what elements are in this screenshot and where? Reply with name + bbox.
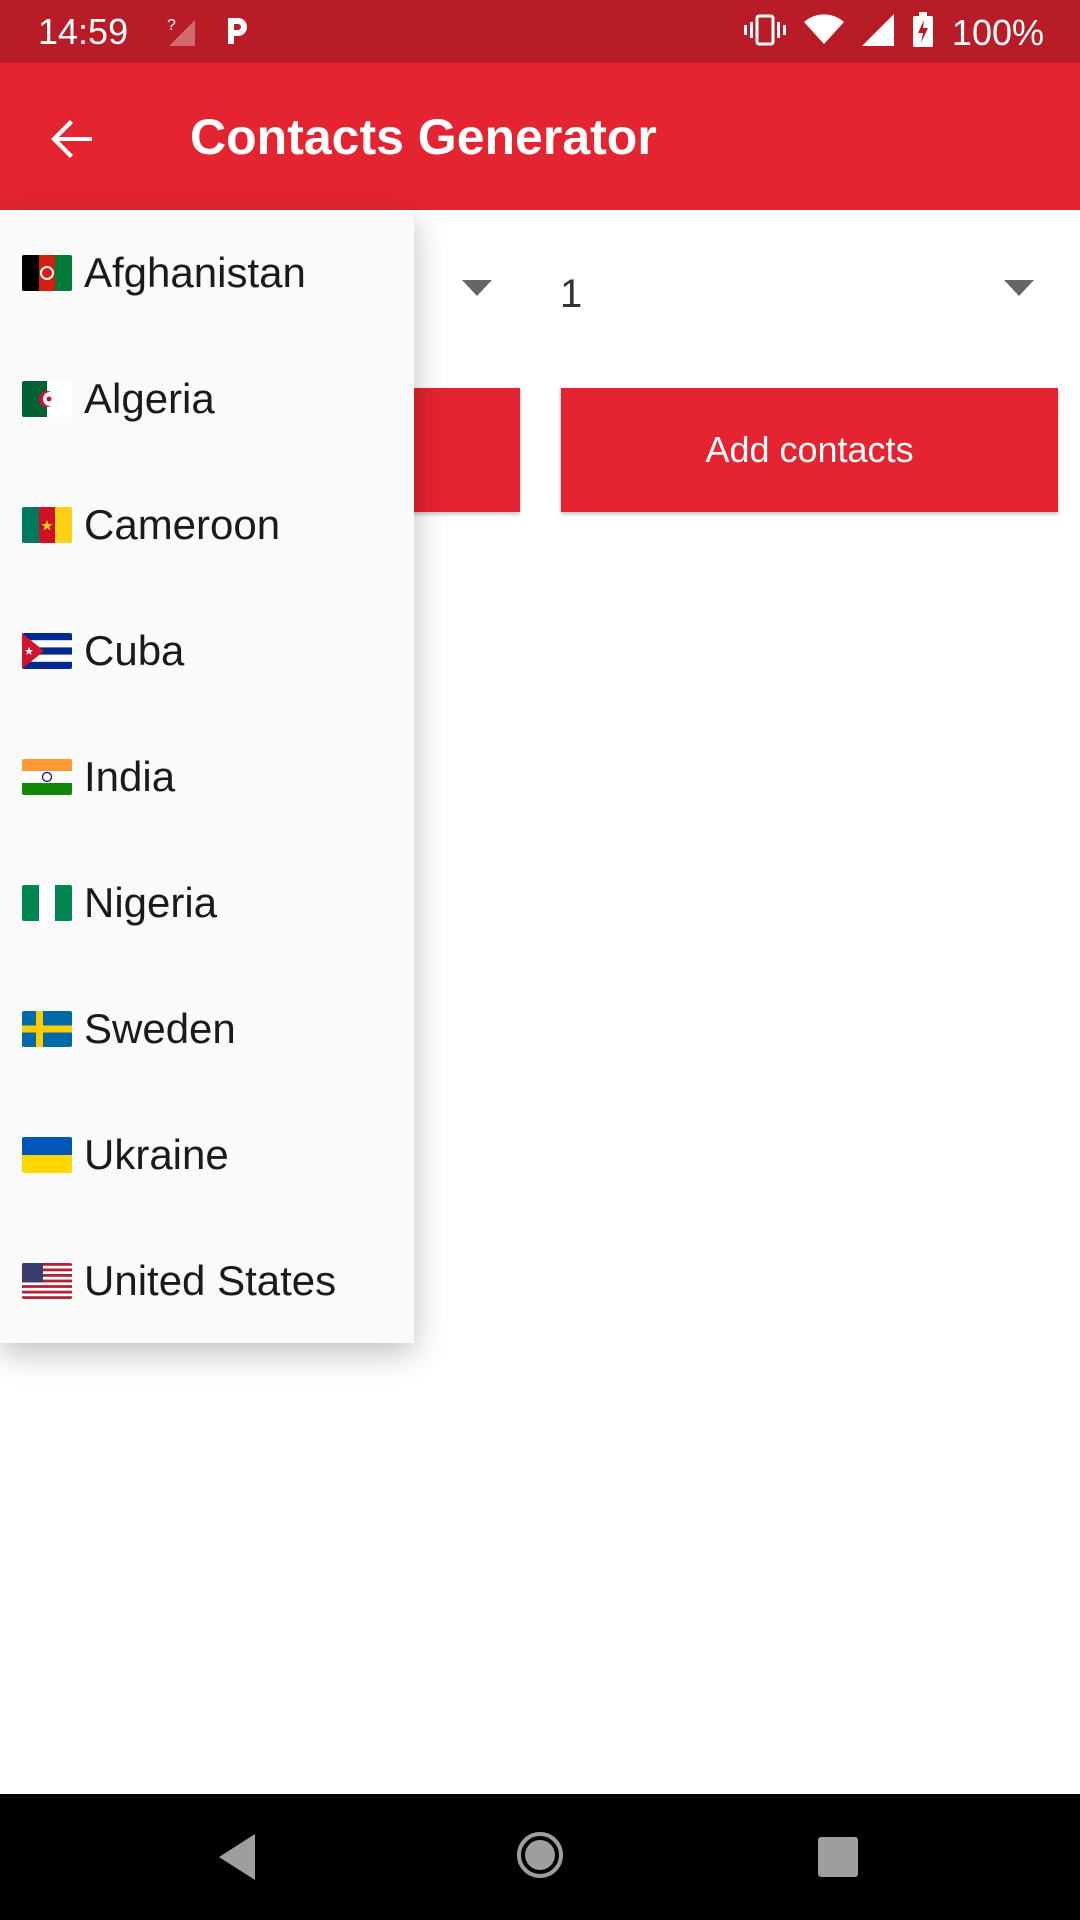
no-sim-signal-icon: ?: [165, 14, 199, 53]
ukraine-flag-icon: [22, 1137, 72, 1173]
dropdown-item-label: Nigeria: [84, 879, 218, 926]
dropdown-item-afghanistan[interactable]: Afghanistan: [0, 210, 414, 336]
dropdown-item-label: Sweden: [84, 1005, 236, 1052]
status-bar: 14:59 ? 100%: [0, 0, 1080, 63]
nigeria-flag-icon: [22, 885, 72, 921]
dropdown-item-cuba[interactable]: Cuba: [0, 588, 414, 714]
nav-home-icon: [517, 1832, 563, 1878]
wifi-icon: [803, 14, 844, 51]
dropdown-item-label: United States: [84, 1257, 337, 1304]
page-title: Contacts Generator: [190, 109, 657, 165]
dropdown-item-cameroon[interactable]: Cameroon: [0, 462, 414, 588]
battery-charging-icon: [912, 12, 934, 53]
sweden-flag-icon: [22, 1011, 72, 1047]
cameroon-flag-icon: [22, 507, 72, 543]
dropdown-item-nigeria[interactable]: Nigeria: [0, 840, 414, 966]
status-time: 14:59: [38, 11, 129, 52]
nav-back-button[interactable]: [215, 1832, 259, 1887]
country-dropdown: Afghanistan Algeria Cameroon Cuba India …: [0, 210, 414, 1343]
count-spinner-arrow-icon: [1004, 280, 1034, 301]
dropdown-item-label: India: [84, 753, 176, 800]
dropdown-item-label: Afghanistan: [84, 249, 306, 296]
arrow-back-icon: [51, 120, 92, 158]
dropdown-item-label: Algeria: [84, 375, 215, 422]
nav-home-button[interactable]: [515, 1830, 565, 1885]
afghanistan-flag-icon: [22, 255, 72, 291]
dropdown-item-algeria[interactable]: Algeria: [0, 336, 414, 462]
nav-recent-apps-icon: [818, 1837, 858, 1877]
svg-text:?: ?: [167, 17, 176, 34]
cell-signal-icon: [861, 14, 894, 51]
vibrate-icon: [743, 14, 786, 51]
battery-percent: 100%: [951, 11, 1044, 53]
navigation-bar: [0, 1794, 1080, 1920]
dropdown-item-india[interactable]: India: [0, 714, 414, 840]
status-icons: 100%: [743, 11, 1044, 53]
dropdown-item-label: Ukraine: [84, 1131, 229, 1178]
united-states-flag-icon: [22, 1263, 72, 1299]
parking-notification-icon: [222, 14, 252, 53]
india-flag-icon: [22, 759, 72, 795]
nav-back-icon: [219, 1834, 255, 1880]
app-bar: Contacts Generator: [0, 63, 1080, 210]
nav-recent-apps-button[interactable]: [818, 1837, 858, 1882]
back-button[interactable]: [36, 103, 108, 175]
cuba-flag-icon: [22, 633, 72, 669]
algeria-flag-icon: [22, 381, 72, 417]
country-spinner-arrow-icon[interactable]: [462, 280, 492, 301]
count-spinner-value: 1: [560, 272, 583, 316]
add-contacts-button[interactable]: Add contacts: [561, 388, 1058, 512]
dropdown-item-sweden[interactable]: Sweden: [0, 966, 414, 1092]
dropdown-item-label: Cuba: [84, 627, 185, 674]
dropdown-item-label: Cameroon: [84, 501, 281, 548]
count-spinner[interactable]: 1: [560, 260, 1050, 340]
dropdown-item-ukraine[interactable]: Ukraine: [0, 1092, 414, 1218]
dropdown-item-united-states[interactable]: United States: [0, 1218, 414, 1344]
